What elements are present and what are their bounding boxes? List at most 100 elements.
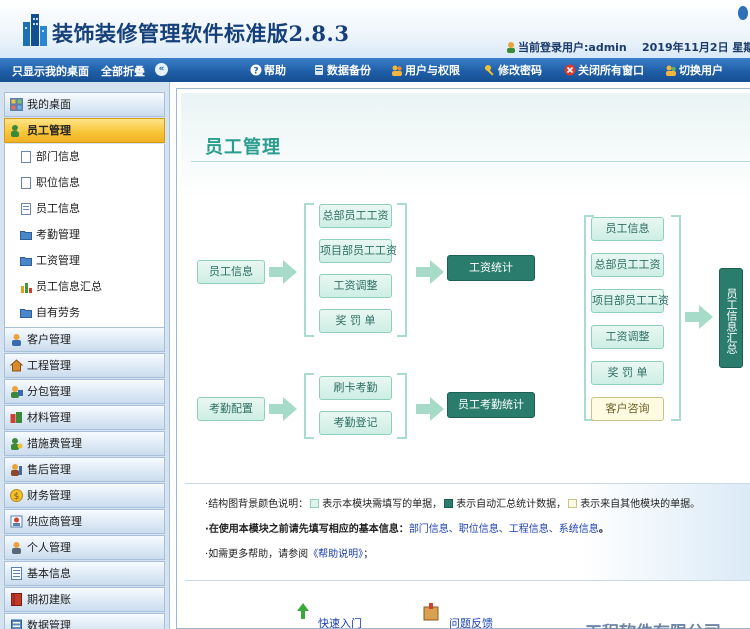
change-password-button[interactable]: 修改密码 [484, 62, 542, 78]
sidebar-item-desktop[interactable]: 我的桌面 [4, 92, 165, 117]
settings-icon[interactable] [738, 6, 748, 20]
doc-icon [21, 177, 31, 189]
flow-node-salary-stats[interactable]: 工资统计 [447, 255, 535, 281]
sidebar-subitem-staff-info[interactable]: 员工信息 [4, 196, 165, 222]
legend-line: ·结构图背景颜色说明： 表示本模块需填写的单据， 表示自动汇总统计数据， 表示来自其他… [205, 499, 701, 510]
measure-fee-icon [11, 438, 23, 450]
users-icon [392, 65, 402, 76]
sidebar-subitem-staff-summary[interactable]: 员工信息汇总 [4, 274, 165, 300]
sidebar-subitem-label: 职位信息 [36, 176, 80, 189]
help-icon: ? [250, 64, 262, 76]
sidebar-item-supplier[interactable]: 供应商管理 [4, 509, 165, 534]
doc-icon [21, 203, 31, 215]
legend-other-text: 表示来自其他模块的单据。 [580, 499, 701, 510]
sidebar-subitem-position[interactable]: 职位信息 [4, 170, 165, 196]
sidebar-item-label: 措施费管理 [27, 437, 82, 450]
flow-node-project-salary-right[interactable]: 项目部员工工资 [591, 289, 669, 313]
feedback-link[interactable]: 问题反馈 [449, 615, 493, 629]
basic-info-icon [11, 567, 22, 580]
flow-node-customer-consult[interactable]: 客户咨询 [591, 397, 664, 421]
collapse-sidebar-icon[interactable]: « [155, 63, 168, 76]
flow-arrow [269, 267, 283, 277]
main-content: 员工管理 员工信息 总部员工工资 项目部员工工资 工资调整 奖 罚 单 工资统计… [176, 88, 750, 629]
users-permissions-label: 用户与权限 [405, 64, 460, 77]
prereq-links[interactable]: 部门信息、职位信息、工程信息、系统信息 [409, 524, 599, 535]
flow-node-reward-penalty-right[interactable]: 奖 罚 单 [591, 361, 664, 385]
quick-start-link[interactable]: 快速入门 [318, 615, 362, 629]
flow-arrow [269, 404, 283, 414]
flow-node-hq-salary[interactable]: 总部员工工资 [319, 204, 392, 228]
sidebar-item-label: 数据管理 [27, 619, 71, 629]
flow-arrow [685, 312, 699, 322]
flow-node-staff-summary[interactable]: 员工信息汇总 [719, 268, 743, 368]
app-title: 装饰装修管理软件标准版2.8.3 [52, 21, 350, 46]
sidebar-subitem-own-labor[interactable]: 自有劳务 [4, 300, 165, 327]
legend-swatch-other [568, 499, 578, 508]
flow-node-staff-info-right[interactable]: 员工信息 [591, 217, 664, 241]
project-icon [10, 359, 23, 372]
help-suffix: ； [363, 549, 374, 560]
flow-node-staff-info[interactable]: 员工信息 [197, 260, 265, 284]
flow-node-reward-penalty[interactable]: 奖 罚 单 [319, 309, 392, 333]
flow-node-card-attendance[interactable]: 刷卡考勤 [319, 376, 392, 400]
close-icon [564, 64, 576, 76]
sidebar-subitem-attendance[interactable]: 考勤管理 [4, 222, 165, 248]
help-prefix: 如需更多帮助，请参阅 [208, 549, 309, 560]
flow-bracket [671, 215, 681, 421]
flow-node-attendance-register[interactable]: 考勤登记 [319, 411, 392, 435]
legend-prefix: 结构图背景颜色说明： [208, 499, 309, 510]
help-label: 帮助 [264, 64, 286, 77]
sidebar-item-customer[interactable]: 客户管理 [4, 327, 165, 352]
svg-text:$: $ [14, 492, 20, 502]
sidebar-subitem-salary[interactable]: 工资管理 [4, 248, 165, 274]
flow-bracket [304, 373, 314, 439]
sidebar-item-subcontract[interactable]: 分包管理 [4, 379, 165, 404]
sidebar-item-project[interactable]: 工程管理 [4, 353, 165, 378]
backup-button[interactable]: 数据备份 [313, 62, 371, 78]
sidebar-item-measure-fee[interactable]: 措施费管理 [4, 431, 165, 456]
flow-bracket [304, 203, 314, 337]
show-desktop-button[interactable]: 只显示我的桌面 [12, 65, 89, 78]
module-flow-panel: 员工管理 员工信息 总部员工工资 项目部员工工资 工资调整 奖 罚 单 工资统计… [181, 93, 750, 581]
flow-node-hq-salary-right[interactable]: 总部员工工资 [591, 253, 664, 277]
users-permissions-button[interactable]: 用户与权限 [391, 62, 460, 78]
sidebar-item-finance[interactable]: $ 财务管理 [4, 483, 165, 508]
help-doc-link[interactable]: 《帮助说明》 [308, 549, 363, 560]
help-line: ·如需更多帮助，请参阅《帮助说明》； [205, 549, 374, 560]
finance-icon: $ [10, 489, 23, 502]
sidebar-subitem-label: 考勤管理 [36, 228, 80, 241]
sidebar-item-personal[interactable]: 个人管理 [4, 535, 165, 560]
sidebar-item-material[interactable]: 材料管理 [4, 405, 165, 430]
flow-node-project-salary[interactable]: 项目部员工工资 [319, 239, 397, 263]
switch-user-label: 切换用户 [679, 64, 723, 77]
flow-arrow [430, 260, 444, 284]
folder-icon [20, 231, 32, 240]
collapse-all-button[interactable]: 全部折叠 [101, 65, 145, 78]
flow-bracket [397, 203, 407, 337]
supplier-icon [10, 515, 23, 528]
sidebar-item-label: 供应商管理 [27, 515, 82, 528]
material-icon [10, 412, 22, 423]
flow-node-salary-adjust[interactable]: 工资调整 [319, 274, 392, 298]
flow-node-salary-adjust-right[interactable]: 工资调整 [591, 325, 664, 349]
flow-node-attendance-config[interactable]: 考勤配置 [197, 397, 265, 421]
desktop-icon [10, 98, 23, 111]
sidebar-item-data[interactable]: 数据管理 [4, 613, 165, 629]
sidebar-item-label: 期初建账 [27, 593, 71, 606]
ledger-icon [11, 593, 22, 606]
legend-swatch-auto [444, 499, 454, 508]
company-name: 工程软件有限公司 [585, 618, 721, 629]
flow-arrow [416, 404, 430, 414]
sidebar-item-after-sales[interactable]: 售后管理 [4, 457, 165, 482]
flow-node-attendance-stats[interactable]: 员工考勤统计 [447, 392, 535, 418]
sidebar-item-basic-info[interactable]: 基本信息 [4, 561, 165, 586]
sidebar-item-opening-ledger[interactable]: 期初建账 [4, 587, 165, 612]
sidebar-item-staff[interactable]: 员工管理 [4, 118, 165, 143]
sidebar-item-label: 个人管理 [27, 541, 71, 554]
help-button[interactable]: ? 帮助 [250, 62, 286, 78]
switch-user-button[interactable]: 切换用户 [665, 62, 723, 78]
legend-auto-text: 表示自动汇总统计数据， [456, 499, 567, 510]
sidebar-subitem-department[interactable]: 部门信息 [4, 144, 165, 170]
sidebar-item-label: 售后管理 [27, 463, 71, 476]
close-all-windows-button[interactable]: 关闭所有窗口 [564, 62, 644, 78]
